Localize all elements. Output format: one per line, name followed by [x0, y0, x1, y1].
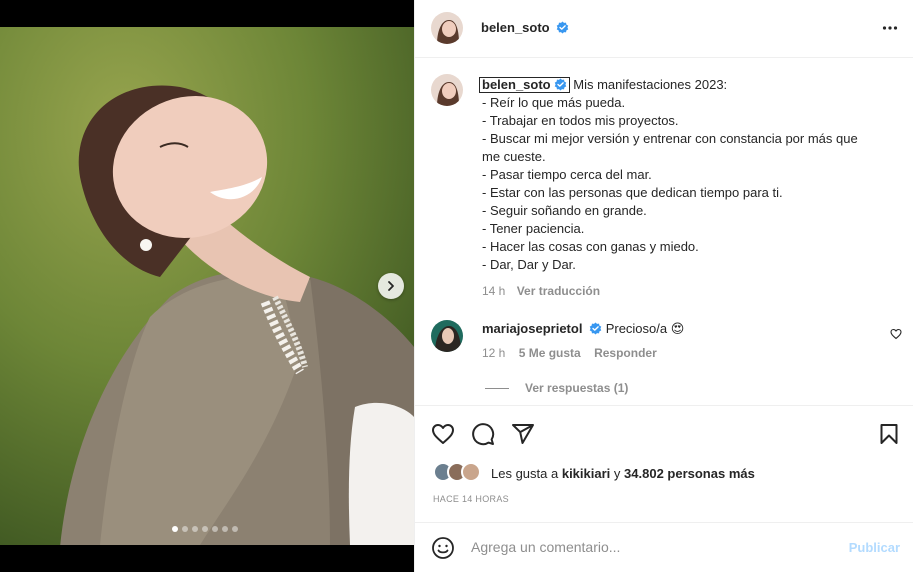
caption-line: - Tener paciencia.	[482, 221, 585, 236]
caption-line: - Buscar mi mejor versión y entrenar con…	[482, 131, 858, 146]
caption-username[interactable]: belen_soto	[482, 77, 551, 92]
carousel-dot	[232, 526, 238, 532]
avatar-image	[431, 12, 463, 44]
post-photo[interactable]	[0, 27, 414, 545]
caption-time[interactable]: 14 h	[482, 284, 505, 298]
comments-area: belen_soto Mis manifestaciones 2023: - R…	[415, 58, 913, 405]
comment-likes-link[interactable]: 5 Me gusta	[519, 346, 581, 360]
share-button[interactable]	[511, 422, 535, 449]
caption-line: me cueste.	[482, 149, 546, 164]
carousel-dots	[172, 526, 238, 532]
comment-input[interactable]	[471, 539, 811, 555]
photo-illustration	[0, 27, 414, 545]
comment: mariajoseprietol Precioso/a 😍	[482, 320, 684, 338]
commenter-avatar[interactable]	[431, 320, 463, 352]
comment-username[interactable]: mariajoseprietol	[482, 321, 582, 336]
verified-badge-icon	[556, 21, 569, 34]
comment-text: Precioso/a	[605, 321, 668, 336]
comment-like-button[interactable]	[890, 328, 902, 343]
post-side-panel: belen_soto belen_soto Mis manifestacione…	[414, 0, 913, 572]
save-button[interactable]	[877, 422, 901, 449]
carousel-dot	[192, 526, 198, 532]
publish-comment-button[interactable]: Publicar	[849, 540, 900, 555]
liker-avatars[interactable]	[433, 462, 489, 484]
comment-emoji: 😍	[670, 321, 685, 336]
heart-icon	[890, 328, 902, 340]
view-replies-label[interactable]: Ver respuestas (1)	[525, 381, 628, 395]
likes-prefix: Les gusta a	[491, 466, 559, 481]
more-options-button[interactable]	[882, 20, 898, 39]
caption-meta: 14 h Ver traducción	[482, 282, 892, 300]
liker-avatar	[461, 462, 481, 482]
reply-button[interactable]: Responder	[594, 346, 657, 360]
bookmark-icon	[880, 424, 898, 444]
post-caption: belen_soto Mis manifestaciones 2023: - R…	[479, 76, 892, 300]
post-actions: Les gusta a kikikiari y 34.802 personas …	[415, 405, 913, 522]
carousel-dot	[202, 526, 208, 532]
caption-line: - Dar, Dar y Dar.	[482, 257, 576, 272]
comment-bubble-icon	[472, 423, 495, 446]
avatar-image	[431, 74, 463, 106]
post-timestamp[interactable]: HACE 14 HORAS	[433, 494, 509, 504]
heart-icon	[432, 424, 454, 444]
replies-divider-line	[485, 387, 509, 389]
next-slide-button[interactable]	[378, 273, 404, 299]
verified-badge-icon	[589, 322, 602, 335]
caption-line: - Pasar tiempo cerca del mar.	[482, 167, 652, 182]
avatar-image	[431, 320, 463, 352]
add-comment-bar: Publicar	[415, 522, 913, 572]
post-header: belen_soto	[415, 0, 913, 58]
caption-line: - Hacer las cosas con ganas y miedo.	[482, 239, 699, 254]
caption-avatar[interactable]	[431, 74, 463, 106]
caption-username-box[interactable]: belen_soto	[479, 77, 570, 93]
caption-line: - Trabajar en todos mis proyectos.	[482, 113, 679, 128]
caption-line: Mis manifestaciones 2023:	[573, 77, 728, 92]
comment-button[interactable]	[471, 422, 495, 449]
emoji-picker-button[interactable]	[431, 536, 455, 563]
comment-meta: 12 h 5 Me gusta Responder	[482, 346, 657, 360]
carousel-dot	[222, 526, 228, 532]
translate-link[interactable]: Ver traducción	[517, 284, 600, 298]
caption-line: - Seguir soñando en grande.	[482, 203, 647, 218]
paper-plane-icon	[512, 424, 534, 444]
more-horizontal-icon	[882, 26, 898, 30]
caption-line: - Reír lo que más pueda.	[482, 95, 626, 110]
likes-middle: y	[613, 466, 621, 481]
carousel-dot	[182, 526, 188, 532]
likes-count-link[interactable]: 34.802 personas más	[624, 466, 755, 481]
comment-time[interactable]: 12 h	[482, 346, 505, 360]
caption-line: - Estar con las personas que dedican tie…	[482, 185, 783, 200]
carousel-dot	[212, 526, 218, 532]
likes-summary: Les gusta a kikikiari y 34.802 personas …	[491, 466, 755, 481]
view-replies-button[interactable]: Ver respuestas (1)	[485, 381, 628, 395]
chevron-right-icon	[388, 281, 394, 291]
like-button[interactable]	[431, 422, 455, 449]
carousel-dot	[172, 526, 178, 532]
author-username[interactable]: belen_soto	[481, 20, 550, 35]
liker-username[interactable]: kikikiari	[562, 466, 610, 481]
smiley-icon	[432, 537, 454, 559]
author-avatar[interactable]	[431, 12, 463, 44]
verified-badge-icon	[554, 78, 566, 91]
post-media	[0, 0, 414, 572]
